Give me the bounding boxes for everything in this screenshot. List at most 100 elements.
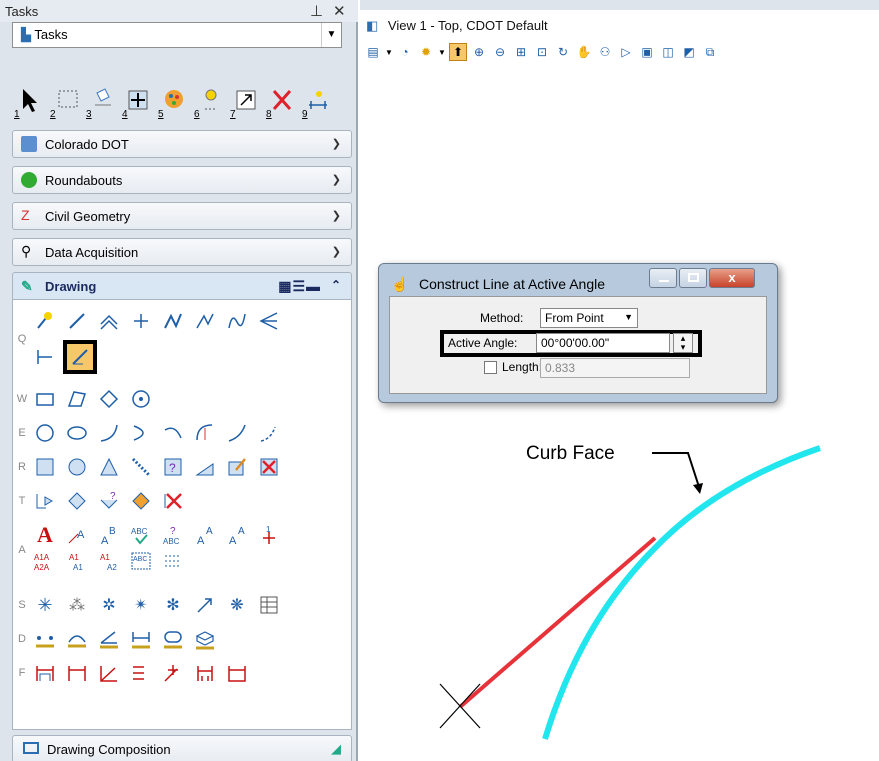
multiline-icon[interactable] (95, 308, 123, 334)
tag-table-icon[interactable] (255, 592, 283, 618)
walk-icon[interactable]: ⚇ (596, 43, 614, 61)
spell-checker-icon[interactable]: ABC (127, 522, 155, 548)
group-colorado-dot[interactable]: Colorado DOT ❯ (12, 130, 352, 158)
dimension-angle-icon[interactable] (95, 660, 123, 686)
copy-increment-enter-data-field-icon[interactable]: A1 A1 (63, 548, 91, 574)
place-stream-icon[interactable] (159, 308, 187, 334)
group-drawing-composition[interactable]: Drawing Composition ◢ (12, 735, 352, 761)
measure-radius-icon[interactable] (63, 626, 91, 652)
place-ellipse-icon[interactable] (63, 420, 91, 446)
tag-set-icon[interactable]: ⁂ (63, 592, 91, 618)
chevron-down-icon[interactable]: ▼ (438, 43, 446, 61)
update-view-icon[interactable]: ⬆ (449, 43, 467, 61)
hatch-area-icon[interactable] (31, 454, 59, 480)
place-point-icon[interactable] (127, 308, 155, 334)
construct-line-active-angle-icon[interactable] (63, 340, 97, 374)
tag-query-icon[interactable]: ✻ (159, 592, 187, 618)
delete-cell-icon[interactable] (159, 488, 187, 514)
window-area-icon[interactable]: ⊞ (512, 43, 530, 61)
dimension-size-arrow-icon[interactable] (63, 660, 91, 686)
constructed-line[interactable] (458, 536, 657, 709)
move-tool[interactable]: 4 (122, 82, 152, 120)
measure-volume-icon[interactable] (191, 626, 219, 652)
view-previous-icon[interactable]: ▷ (617, 43, 635, 61)
tag-link-icon[interactable] (191, 592, 219, 618)
orthogonal-shape-icon[interactable] (95, 386, 123, 412)
fit-view-icon[interactable]: ⊡ (533, 43, 551, 61)
view-attributes-icon[interactable]: ▤ (364, 43, 382, 61)
chevron-down-icon[interactable]: ▼ (385, 43, 393, 61)
change-text-attributes-icon[interactable]: AA (223, 522, 251, 548)
manipulate-tool[interactable]: 3 (86, 82, 116, 120)
match-text-attributes-icon[interactable]: AA (191, 522, 219, 548)
match-pattern-attributes-icon[interactable] (191, 454, 219, 480)
curb-face-line[interactable] (542, 445, 821, 740)
pattern-area-icon[interactable] (95, 454, 123, 480)
chevron-down-icon[interactable]: ❯ (332, 245, 341, 258)
tag-review-icon[interactable]: ✲ (95, 592, 123, 618)
measure-tool[interactable]: 9 (302, 82, 332, 120)
place-text-icon[interactable]: A (31, 522, 59, 548)
perpendicular-line-icon[interactable] (31, 344, 59, 370)
modify-arc-radius-icon[interactable] (191, 420, 219, 446)
place-circle-icon[interactable] (31, 420, 59, 446)
minimize-button[interactable] (649, 268, 677, 288)
fill-enter-data-field-icon[interactable]: A1 A2 (95, 548, 123, 574)
view-mode-icon[interactable]: ▦☰▬ (278, 278, 321, 295)
increment-text-icon[interactable]: 1 (255, 522, 283, 548)
place-quarter-ellipse-icon[interactable] (159, 420, 187, 446)
active-angle-input[interactable]: 00°00'00.00" (536, 333, 670, 353)
view-next-icon[interactable]: ▣ (638, 43, 656, 61)
length-input[interactable]: 0.833 (540, 358, 690, 378)
pan-view-icon[interactable]: ✋ (575, 43, 593, 61)
smart-line-icon[interactable] (31, 308, 59, 334)
bspline-icon[interactable] (223, 308, 251, 334)
place-half-ellipse-icon[interactable] (127, 420, 155, 446)
copy-enter-data-field-icon[interactable]: A1A A2A (31, 548, 59, 574)
linear-pattern-icon[interactable] (127, 454, 155, 480)
auto-fill-enter-data-icon[interactable]: ABC (127, 548, 155, 574)
place-cell-icon[interactable] (31, 488, 59, 514)
change-pattern-icon[interactable] (223, 454, 251, 480)
dimension-arc-icon[interactable] (191, 660, 219, 686)
select-cell-icon[interactable] (127, 488, 155, 514)
chevron-down-icon[interactable]: ▼ (321, 23, 341, 47)
group-roundabouts[interactable]: Roundabouts ❯ (12, 166, 352, 194)
rotate-view-icon[interactable]: ↻ (554, 43, 572, 61)
method-select[interactable]: From Point ▼ (540, 308, 638, 328)
regular-polygon-icon[interactable] (127, 386, 155, 412)
dimension-radial-icon[interactable] (159, 660, 187, 686)
place-tag-icon[interactable]: ✳ (31, 592, 59, 618)
chevron-down-icon[interactable]: ❯ (332, 173, 341, 186)
chevron-down-icon[interactable]: ❯ (332, 209, 341, 222)
lighting-icon[interactable]: ✹ (417, 43, 435, 61)
place-block-icon[interactable] (31, 386, 59, 412)
length-checkbox[interactable] (484, 361, 497, 374)
edit-text-icon[interactable]: AB (95, 522, 123, 548)
show-pattern-attributes-icon[interactable]: ? (159, 454, 187, 480)
measure-area-icon[interactable] (159, 626, 187, 652)
dimension-ordinates-icon[interactable] (127, 660, 155, 686)
close-button[interactable]: x (709, 268, 755, 288)
enter-data-field-icon[interactable] (159, 548, 187, 574)
angle-spinner[interactable]: ▴ ▾ (673, 333, 693, 353)
maximize-button[interactable] (679, 268, 707, 288)
place-active-cell-icon[interactable] (63, 488, 91, 514)
copy-view-icon[interactable]: ◫ (659, 43, 677, 61)
chevron-up-icon[interactable]: ⌃ (331, 278, 341, 292)
measure-length-icon[interactable] (127, 626, 155, 652)
fence-tool[interactable]: 2 (50, 82, 80, 120)
group-drawing[interactable]: ✎ Drawing ▦☰▬ ⌃ (12, 272, 352, 300)
select-element-tool[interactable]: 1 (14, 82, 44, 120)
display-style-icon[interactable]: ◔ (396, 43, 414, 61)
close-icon[interactable]: ✕ (333, 2, 346, 20)
tag-group-icon[interactable]: ❋ (223, 592, 251, 618)
drawing-canvas[interactable]: Curb Face (360, 64, 879, 761)
place-note-icon[interactable]: A (63, 522, 91, 548)
modify-arc-angle-icon[interactable] (223, 420, 251, 446)
edit-tag-icon[interactable]: ✴ (127, 592, 155, 618)
clip-volume-icon[interactable]: ◩ (680, 43, 698, 61)
drawing-tools-launcher[interactable]: 6 (194, 82, 224, 120)
identify-cell-icon[interactable]: ? (95, 488, 123, 514)
modify-arc-axis-icon[interactable] (255, 420, 283, 446)
